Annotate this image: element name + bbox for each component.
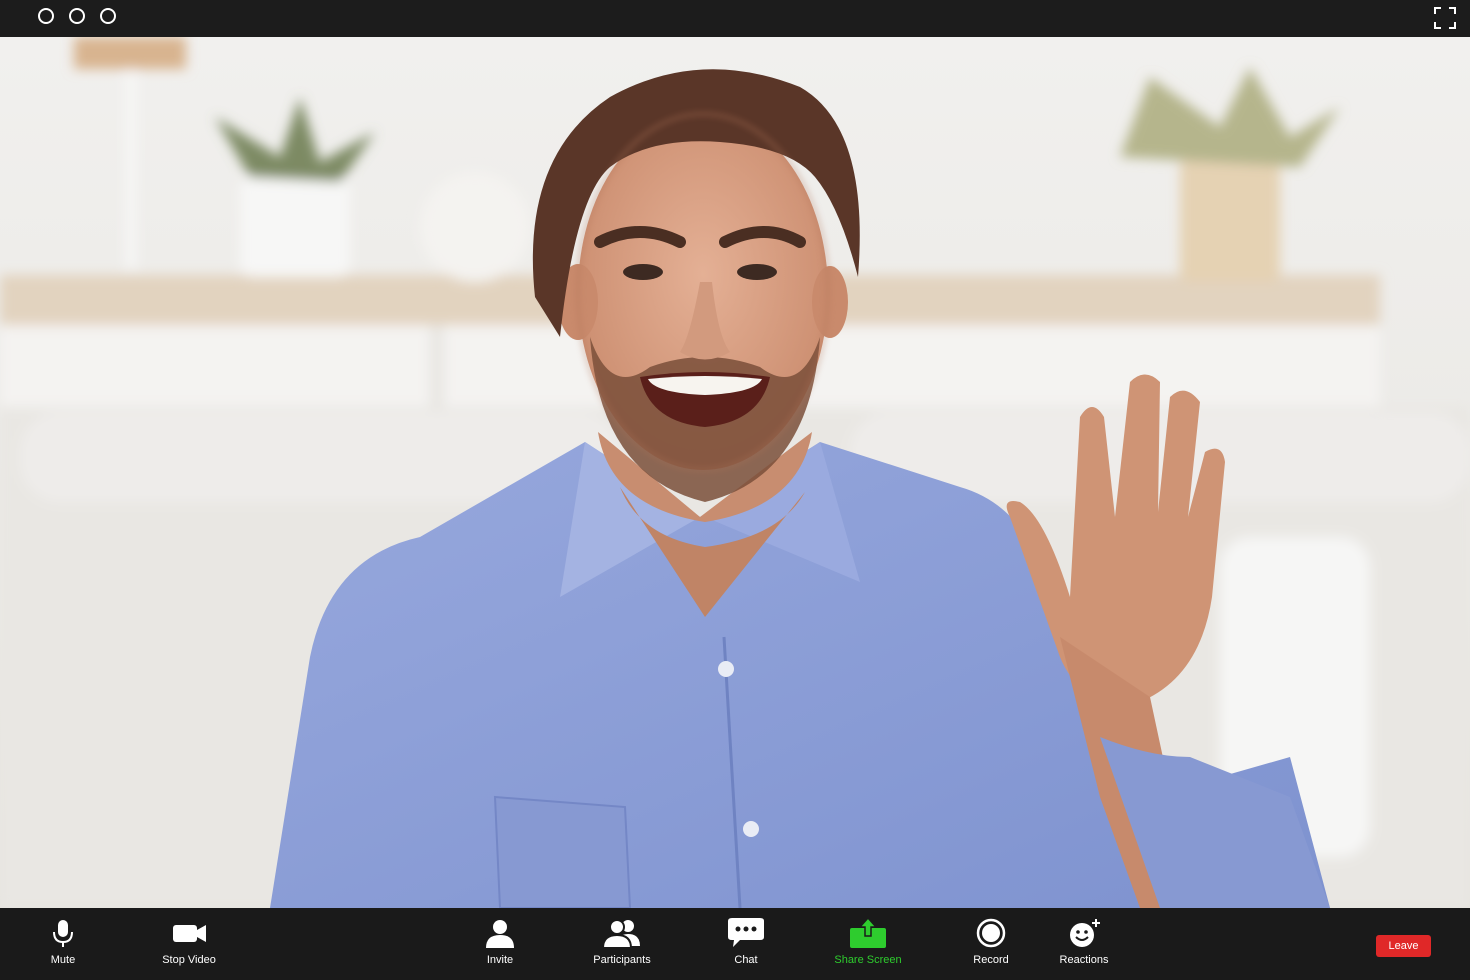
mute-button[interactable]: Mute <box>8 916 118 976</box>
reactions-label: Reactions <box>1059 954 1109 966</box>
window-control-dot[interactable] <box>38 8 54 24</box>
participant-video <box>0 37 1470 908</box>
chat-button[interactable]: Chat <box>691 916 801 976</box>
video-frame <box>0 37 1470 908</box>
microphone-icon <box>53 920 73 947</box>
mute-label: Mute <box>50 954 76 966</box>
reactions-button[interactable]: Reactions <box>1029 916 1139 976</box>
person-icon <box>486 920 514 948</box>
leave-button[interactable]: Leave <box>1376 935 1431 957</box>
smiley-plus-icon <box>1070 919 1100 947</box>
chat-label: Chat <box>734 954 758 966</box>
video-call-window: Mute Stop Video Invite Participants Chat… <box>0 0 1470 980</box>
share-screen-icon <box>850 916 886 948</box>
invite-button[interactable]: Invite <box>445 916 555 976</box>
invite-label: Invite <box>486 954 514 966</box>
video-camera-icon <box>173 925 206 942</box>
share-screen-button[interactable]: Share Screen <box>813 916 923 976</box>
participants-label: Participants <box>593 954 651 966</box>
fullscreen-button[interactable] <box>1434 7 1456 29</box>
fullscreen-icon <box>1434 7 1456 29</box>
window-control-dot[interactable] <box>69 8 85 24</box>
record-icon <box>976 918 1006 948</box>
window-control-dot[interactable] <box>100 8 116 24</box>
participants-button[interactable]: Participants <box>567 916 677 976</box>
share-screen-label: Share Screen <box>834 954 902 966</box>
title-bar <box>0 0 1470 37</box>
meeting-toolbar: Mute Stop Video Invite Participants Chat… <box>0 908 1470 980</box>
participants-icon <box>601 919 640 949</box>
chat-bubble-icon <box>728 918 764 947</box>
stop-video-button[interactable]: Stop Video <box>134 916 244 976</box>
stop-video-label: Stop Video <box>162 954 216 966</box>
